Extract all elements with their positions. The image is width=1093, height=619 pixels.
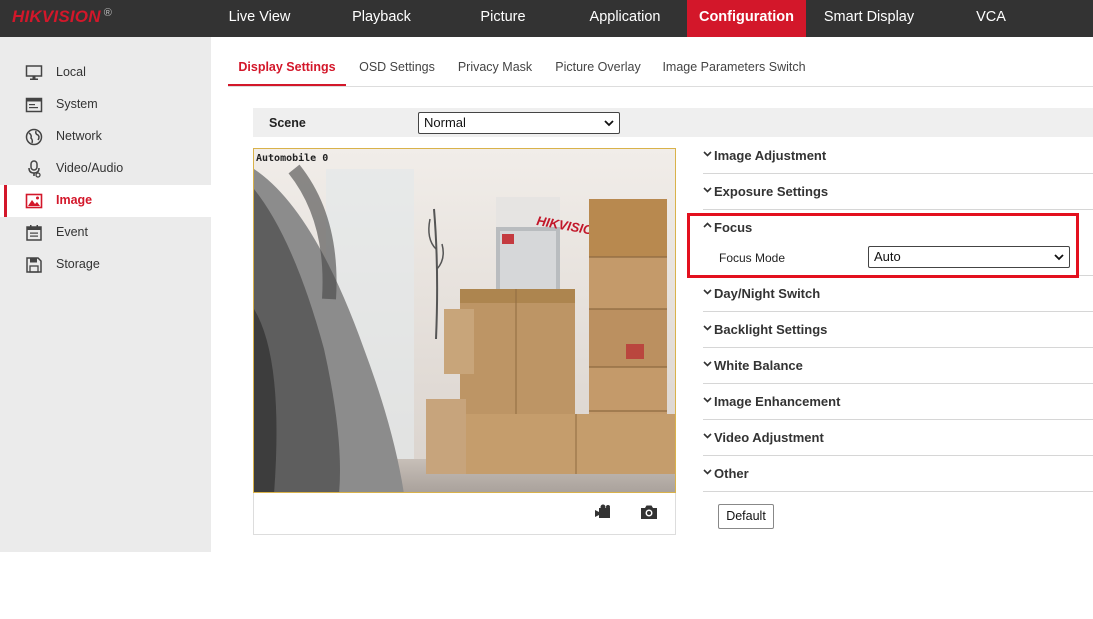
scene-select-value: Normal [424,115,466,130]
osd-text: Automobile 0 [256,152,328,164]
preview-image: HIKVISION Automobile 0 [254,149,675,492]
sidebar-item-storage[interactable]: Storage [0,249,211,281]
section-exposure-settings[interactable]: Exposure Settings [703,174,1093,210]
scene-bar: Scene Normal [253,108,1093,137]
chevron-down-icon [703,289,712,295]
section-day-night-switch[interactable]: Day/Night Switch [703,276,1093,312]
sidebar-item-image[interactable]: Image [0,185,211,217]
sidebar-item-video-audio[interactable]: Video/Audio [0,153,211,185]
section-label: Image Adjustment [714,148,827,163]
sidebar-item-label: Network [56,129,102,143]
nav-application[interactable]: Application [578,0,672,37]
nav-playback[interactable]: Playback [335,0,428,37]
tab-image-parameters-switch[interactable]: Image Parameters Switch [657,52,811,86]
tab-display-settings[interactable]: Display Settings [228,52,346,86]
section-white-balance[interactable]: White Balance [703,348,1093,384]
sidebar-item-label: Local [56,65,86,79]
nav-smart-display[interactable]: Smart Display [815,0,923,37]
nav-vca[interactable]: VCA [958,0,1024,37]
logo-registered-mark: ® [103,7,113,19]
section-label: Day/Night Switch [714,286,821,301]
system-icon [25,97,43,113]
sidebar-item-label: Image [56,193,93,207]
chevron-down-icon [703,433,712,439]
nav-picture[interactable]: Picture [460,0,546,37]
sidebar-item-label: Storage [56,257,100,271]
nav-configuration[interactable]: Configuration [687,0,806,37]
section-label: Other [714,466,749,481]
sidebar-item-local[interactable]: Local [0,57,211,89]
tab-osd-settings[interactable]: OSD Settings [352,52,442,86]
focus-highlight-box [687,213,1079,278]
section-label: Backlight Settings [714,322,828,337]
logo-text: HIKVISION [12,7,101,26]
section-label: Exposure Settings [714,184,829,199]
image-icon [25,193,43,209]
sidebar-item-event[interactable]: Event [0,217,211,249]
nav-live-view[interactable]: Live View [212,0,307,37]
live-preview[interactable]: HIKVISION Automobile 0 [253,148,676,493]
hikvision-logo: HIKVISION ® [12,7,112,29]
tab-divider [228,86,1093,87]
sidebar-item-label: Video/Audio [56,161,124,175]
section-label: Video Adjustment [714,430,824,445]
chevron-down-icon [703,397,712,403]
section-image-adjustment[interactable]: Image Adjustment [703,138,1093,174]
chevron-down-icon [703,187,712,193]
preview-toolbar [253,493,676,535]
section-image-enhancement[interactable]: Image Enhancement [703,384,1093,420]
section-backlight-settings[interactable]: Backlight Settings [703,312,1093,348]
tab-privacy-mask[interactable]: Privacy Mask [452,52,538,86]
scene-select[interactable]: Normal [418,112,620,134]
top-bar: HIKVISION ® Live View Playback Picture Ap… [0,0,1093,37]
chevron-down-icon [703,361,712,367]
camera-icon[interactable] [639,502,659,522]
section-label: Image Enhancement [714,394,841,409]
chevron-down-icon [703,469,712,475]
monitor-icon [25,65,43,80]
microphone-icon [28,160,41,178]
default-button[interactable]: Default [718,504,774,529]
sidebar: Local System Network Video/Audio Image E… [0,37,211,552]
record-icon[interactable] [594,502,614,522]
chevron-down-icon [703,325,712,331]
sidebar-item-label: System [56,97,98,111]
sidebar-item-network[interactable]: Network [0,121,211,153]
chevron-down-icon [604,120,614,127]
calendar-icon [26,225,42,241]
tab-picture-overlay[interactable]: Picture Overlay [548,52,648,86]
scene-label: Scene [269,116,306,130]
globe-icon [25,128,43,146]
section-video-adjustment[interactable]: Video Adjustment [703,420,1093,456]
floppy-icon [26,257,42,273]
section-label: White Balance [714,358,803,373]
section-other[interactable]: Other [703,456,1093,492]
sidebar-item-system[interactable]: System [0,89,211,121]
chevron-down-icon [703,151,712,157]
sidebar-item-label: Event [56,225,88,239]
